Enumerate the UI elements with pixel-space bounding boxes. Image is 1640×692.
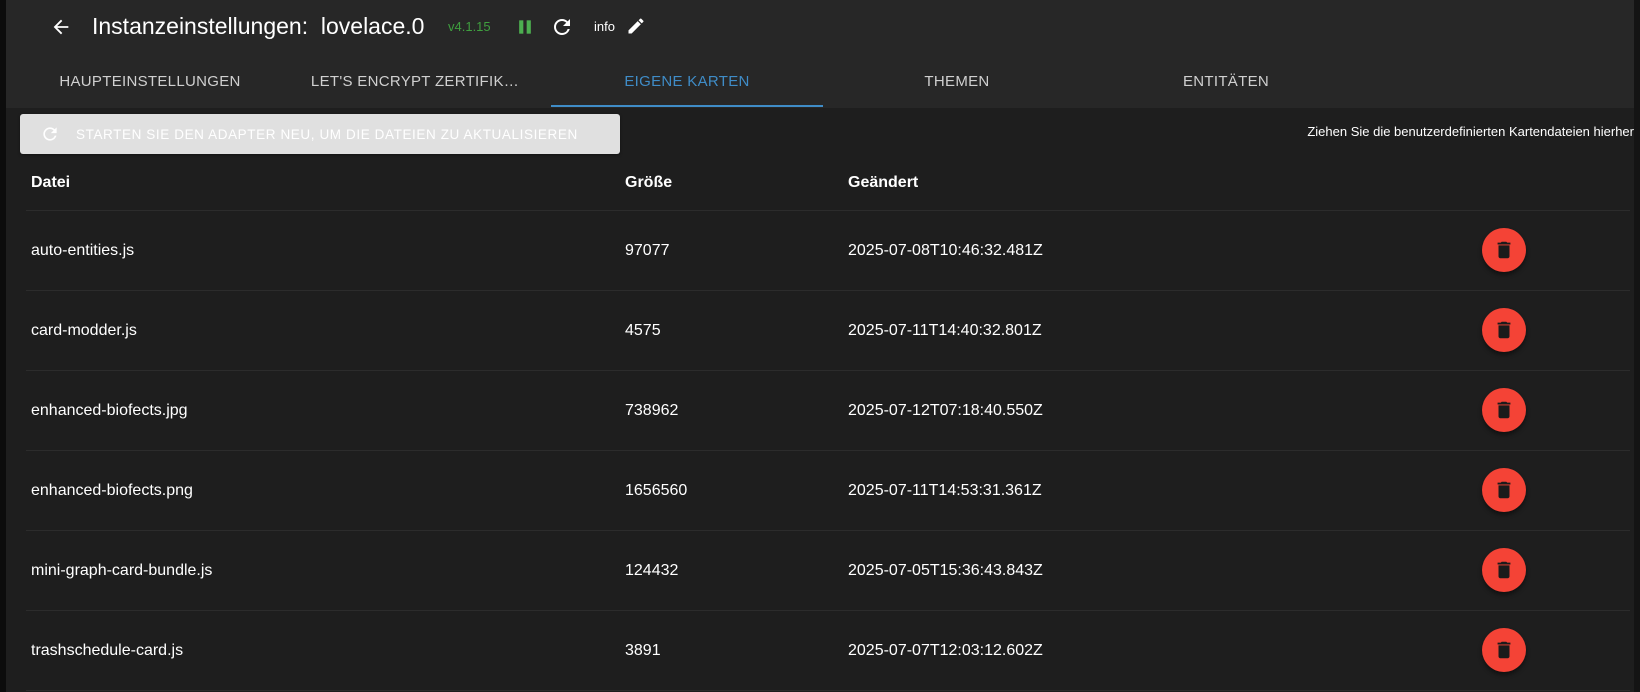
table-row: enhanced-biofects.jpg 738962 2025-07-12T… xyxy=(26,371,1630,451)
drop-zone-hint: Ziehen Sie die benutzerdefinierten Karte… xyxy=(1307,124,1634,139)
tab-label: HAUPTEINSTELLUNGEN xyxy=(59,72,241,90)
version-label: v4.1.15 xyxy=(448,19,491,34)
restart-adapter-label: STARTEN SIE DEN ADAPTER NEU, UM DIE DATE… xyxy=(76,126,578,142)
delete-file-button[interactable] xyxy=(1482,308,1526,352)
file-size: 1656560 xyxy=(625,481,688,499)
file-name: trashschedule-card.js xyxy=(31,641,184,659)
file-size: 738962 xyxy=(625,401,679,419)
tab-label: LET'S ENCRYPT ZERTIFIK… xyxy=(310,72,520,90)
trash-icon xyxy=(1497,401,1511,419)
tab-main-settings[interactable]: HAUPTEINSTELLUNGEN xyxy=(20,54,280,108)
file-modified: 2025-07-12T07:18:40.550Z xyxy=(848,401,1043,419)
back-button[interactable] xyxy=(44,10,78,44)
tab-label: EIGENE KARTEN xyxy=(624,72,750,90)
table-row: trashschedule-card.js 3891 2025-07-07T12… xyxy=(26,611,1630,691)
file-size: 97077 xyxy=(625,241,670,259)
file-modified: 2025-07-11T14:53:31.361Z xyxy=(848,481,1042,499)
reload-icon xyxy=(554,19,570,35)
trash-icon xyxy=(1497,561,1511,579)
reload-button[interactable] xyxy=(548,13,576,41)
delete-file-button[interactable] xyxy=(1482,388,1526,432)
column-header-file: Datei xyxy=(31,174,71,191)
trash-icon xyxy=(1497,481,1511,499)
trash-icon xyxy=(1497,641,1511,659)
tab-letsencrypt[interactable]: LET'S ENCRYPT ZERTIFIK… xyxy=(280,54,550,108)
tab-themes[interactable]: THEMEN xyxy=(823,54,1091,108)
right-edge xyxy=(1634,0,1640,692)
trash-icon xyxy=(1497,321,1511,339)
column-header-modified: Geändert xyxy=(848,174,919,191)
delete-file-button[interactable] xyxy=(1482,548,1526,592)
edit-loglevel-button[interactable] xyxy=(624,14,648,38)
tab-label: THEMEN xyxy=(924,72,990,90)
dialog-header: Instanzeinstellungen: lovelace.0 v4.1.15… xyxy=(6,0,1640,54)
file-size: 124432 xyxy=(625,561,679,579)
file-name: card-modder.js xyxy=(31,321,137,339)
tab-bar: HAUPTEINSTELLUNGEN LET'S ENCRYPT ZERTIFI… xyxy=(6,54,1640,108)
table-row: auto-entities.js 97077 2025-07-08T10:46:… xyxy=(26,211,1630,291)
page-title: Instanzeinstellungen: lovelace.0 xyxy=(92,13,425,39)
file-modified: 2025-07-11T14:40:32.801Z xyxy=(848,321,1042,339)
delete-file-button[interactable] xyxy=(1482,228,1526,272)
file-modified: 2025-07-08T10:46:32.481Z xyxy=(848,241,1043,259)
arrow-left-icon xyxy=(53,19,69,35)
refresh-icon xyxy=(40,124,60,144)
table-row: enhanced-biofects.png 1656560 2025-07-11… xyxy=(26,451,1630,531)
file-name: auto-entities.js xyxy=(31,241,135,259)
trash-icon xyxy=(1497,241,1511,259)
file-name: enhanced-biofects.png xyxy=(31,481,193,499)
table-row: card-modder.js 4575 2025-07-11T14:40:32.… xyxy=(26,291,1630,371)
instance-settings-dialog: Instanzeinstellungen: lovelace.0 v4.1.15… xyxy=(6,0,1640,692)
active-tab-indicator xyxy=(551,105,823,107)
file-modified: 2025-07-05T15:36:43.843Z xyxy=(848,561,1043,579)
pause-icon xyxy=(519,20,531,34)
delete-file-button[interactable] xyxy=(1482,628,1526,672)
column-header-size: Größe xyxy=(625,174,673,191)
file-name: enhanced-biofects.jpg xyxy=(31,401,188,419)
delete-file-button[interactable] xyxy=(1482,468,1526,512)
loglevel-label: info xyxy=(594,19,615,34)
custom-cards-table: Datei Größe Geändert auto-entities.js 97… xyxy=(26,156,1630,691)
file-size: 3891 xyxy=(625,641,661,659)
table-header: Datei Größe Geändert xyxy=(26,156,1630,211)
file-modified: 2025-07-07T12:03:12.602Z xyxy=(848,641,1043,659)
tab-label: ENTITÄTEN xyxy=(1182,72,1270,90)
tab-entities[interactable]: ENTITÄTEN xyxy=(1091,54,1361,108)
tab-custom-cards[interactable]: EIGENE KARTEN xyxy=(551,54,823,108)
restart-adapter-button[interactable]: STARTEN SIE DEN ADAPTER NEU, UM DIE DATE… xyxy=(20,114,620,154)
pencil-icon xyxy=(628,18,644,34)
file-name: mini-graph-card-bundle.js xyxy=(31,561,213,579)
app-page: Instanzeinstellungen: lovelace.0 v4.1.15… xyxy=(0,0,1640,692)
table-row: mini-graph-card-bundle.js 124432 2025-07… xyxy=(26,531,1630,611)
file-size: 4575 xyxy=(625,321,661,339)
pause-button[interactable] xyxy=(512,14,538,40)
